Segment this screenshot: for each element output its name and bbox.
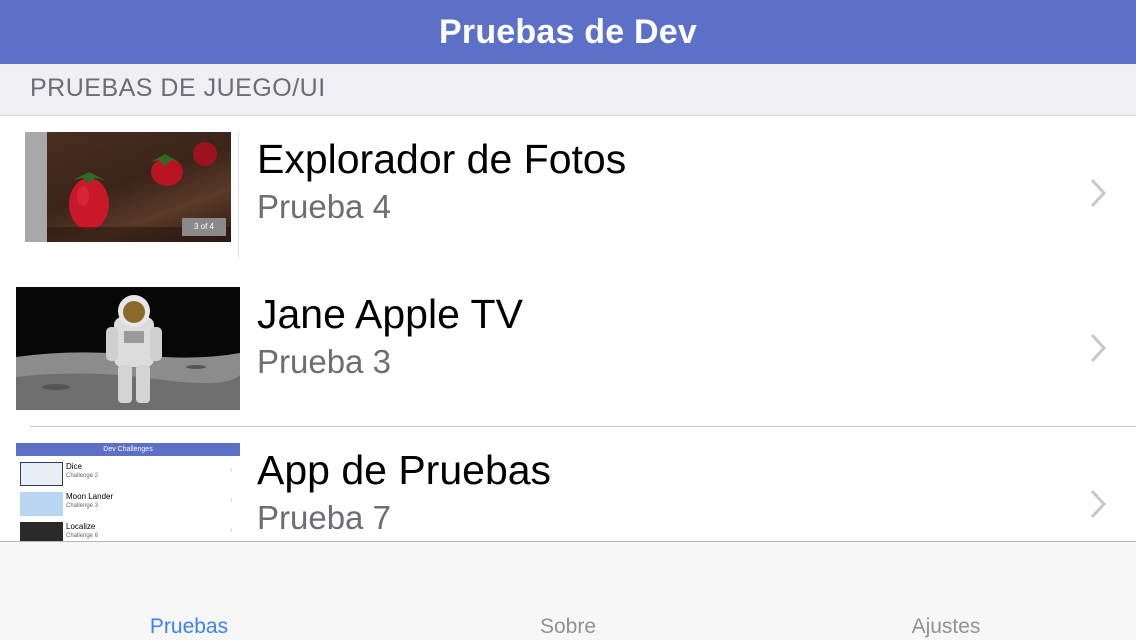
table-row-app-de-pruebas[interactable]: Dev Challenges Dice Challenge 2 › Moon L… bbox=[0, 427, 1136, 541]
row-title: App de Pruebas bbox=[257, 447, 552, 493]
row-title: Jane Apple TV bbox=[257, 291, 523, 337]
chevron-right-icon bbox=[1090, 178, 1107, 208]
section-header-label: PRUEBAS DE JUEGO/UI bbox=[30, 74, 326, 102]
tab-sobre[interactable]: Sobre bbox=[379, 542, 757, 640]
navigation-bar: Pruebas de Dev bbox=[0, 0, 1136, 64]
mini-list-item: Moon Lander Challenge 3 › bbox=[16, 488, 240, 518]
table-row-jane-apple-tv[interactable]: Jane Apple TV Prueba 3 bbox=[0, 271, 1136, 427]
app-screenshot-thumbnail: Dev Challenges Dice Challenge 2 › Moon L… bbox=[16, 443, 240, 541]
tab-ajustes[interactable]: Ajustes bbox=[757, 542, 1135, 640]
chevron-right-icon bbox=[1090, 489, 1107, 519]
mini-navbar-title: Dev Challenges bbox=[16, 443, 240, 456]
tab-label: Sobre bbox=[539, 615, 597, 638]
row-title: Explorador de Fotos bbox=[257, 136, 627, 182]
table-view[interactable]: 3 of 4 Explorador de Fotos Prueba 4 Jane… bbox=[0, 116, 1136, 541]
page-indicator: 3 of 4 bbox=[182, 218, 226, 236]
strawberry-photo-thumbnail: 3 of 4 bbox=[25, 132, 239, 258]
mini-list-item: Localize Challenge 6 › bbox=[16, 518, 240, 541]
row-subtitle: Prueba 3 bbox=[257, 343, 391, 380]
tab-label: Pruebas bbox=[149, 615, 229, 638]
row-subtitle: Prueba 4 bbox=[257, 188, 391, 225]
tab-pruebas[interactable]: Pruebas bbox=[0, 542, 378, 640]
chevron-right-icon bbox=[1090, 333, 1107, 363]
section-header: PRUEBAS DE JUEGO/UI bbox=[0, 64, 1136, 116]
row-subtitle: Prueba 7 bbox=[257, 499, 391, 536]
table-row-photo-explorer[interactable]: 3 of 4 Explorador de Fotos Prueba 4 bbox=[0, 116, 1136, 272]
page-title: Pruebas de Dev bbox=[439, 12, 697, 51]
tab-bar: Pruebas Sobre Ajustes bbox=[0, 541, 1136, 640]
astronaut-photo-thumbnail bbox=[16, 287, 240, 410]
tab-label: Ajustes bbox=[911, 615, 981, 638]
mini-list-item: Dice Challenge 2 › bbox=[16, 458, 240, 488]
